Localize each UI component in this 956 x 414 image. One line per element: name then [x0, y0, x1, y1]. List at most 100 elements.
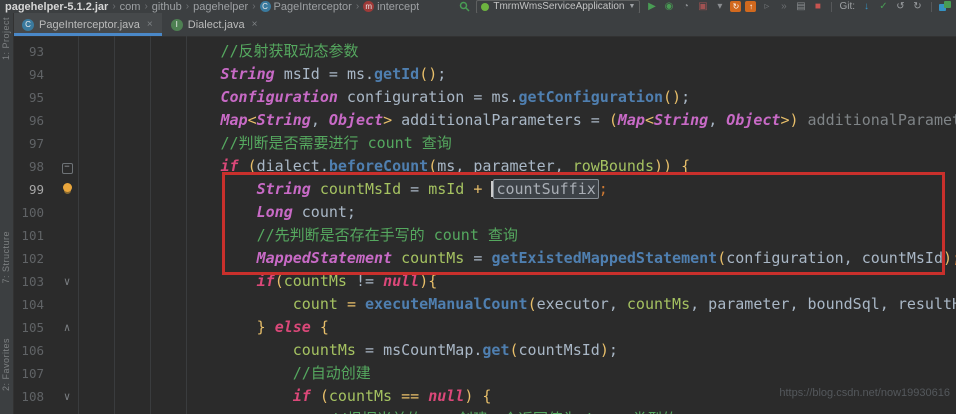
run-configuration-select[interactable]: TmrmWmsServiceApplication ▼ — [476, 0, 640, 14]
search-icon[interactable] — [458, 1, 471, 13]
lightbulb-icon[interactable] — [63, 183, 72, 192]
stripe-structure-button[interactable]: 7: Structure — [1, 231, 11, 284]
editor-tab-bar: CPageInterceptor.java×IDialect.java× — [13, 13, 956, 37]
close-tab-icon[interactable]: × — [147, 19, 153, 30]
code-line[interactable]: 99 String countMsId = msId + countSuffix… — [13, 178, 956, 201]
code-token: ; — [609, 341, 618, 359]
line-number[interactable]: 104 — [13, 293, 58, 316]
code-token: >) — [780, 111, 798, 129]
code-line[interactable]: 100 Long count; — [13, 201, 956, 224]
fold-marker-icon[interactable]: ∧ — [58, 316, 76, 339]
code-line[interactable]: 104 count = executeManualCount(executor,… — [13, 293, 956, 316]
run-configuration-name: TmrmWmsServiceApplication — [493, 1, 624, 12]
code-text: //判断是否需要进行 count 查询 — [76, 134, 452, 152]
stripe-favorites-button[interactable]: 2: Favorites — [1, 338, 11, 391]
line-number[interactable]: 95 — [13, 86, 58, 109]
line-number[interactable]: 98 — [13, 155, 58, 178]
tab-pageinterceptor-java[interactable]: CPageInterceptor.java× — [13, 13, 162, 36]
code-token: ms. — [491, 88, 518, 106]
code-token: < — [645, 111, 654, 129]
fold-marker-icon[interactable]: ∨ — [58, 385, 76, 408]
code-line[interactable]: 96 Map<String, Object> additionalParamet… — [13, 109, 956, 132]
skip-disabled-icon[interactable]: » — [777, 1, 790, 13]
code-text: if (dialect.beforeCount(ms, parameter, r… — [76, 157, 690, 175]
coverage-dropdown-icon[interactable]: ▾ — [713, 1, 726, 13]
line-number[interactable]: 100 — [13, 201, 58, 224]
line-number[interactable]: 108 — [13, 385, 58, 408]
code-token: Map — [618, 111, 645, 129]
line-number[interactable]: 97 — [13, 132, 58, 155]
breadcrumb-separator: › — [112, 1, 115, 12]
close-tab-icon[interactable]: × — [252, 19, 258, 30]
git-history-icon[interactable]: ↻ — [911, 1, 924, 13]
code-line[interactable]: 107 //自动创建 — [13, 362, 956, 385]
code-token: configuration — [338, 88, 473, 106]
code-token — [419, 387, 428, 405]
fold-marker-icon[interactable]: ∨ — [58, 270, 76, 293]
hotswap-update-icon[interactable]: ↻ — [730, 1, 741, 12]
intention-lightbulb-icon[interactable] — [58, 178, 76, 201]
line-number[interactable]: 106 — [13, 339, 58, 362]
git-revert-icon[interactable]: ↺ — [894, 1, 907, 13]
breadcrumb-item[interactable]: mintercept — [363, 1, 419, 13]
code-line[interactable]: 103∨ if(countMs != null){ — [13, 270, 956, 293]
code-text: Map<String, Object> additionalParameters… — [76, 111, 956, 129]
code-editor[interactable]: 93 //反射获取动态参数94 String msId = ms.getId()… — [13, 36, 956, 414]
git-update-icon[interactable]: ↓ — [860, 1, 873, 13]
line-number[interactable]: 102 — [13, 247, 58, 270]
code-token: MappedStatement — [257, 249, 392, 267]
line-number[interactable]: 96 — [13, 109, 58, 132]
line-number[interactable]: 94 — [13, 63, 58, 86]
breadcrumb-item[interactable]: pagehelper — [193, 1, 248, 13]
code-line[interactable]: 109 //根据当前的 ms 创建一个返回值为 Long 类型的 ms — [13, 408, 956, 414]
coverage-icon[interactable]: ▣ — [696, 1, 709, 13]
code-token — [338, 295, 347, 313]
code-text: String msId = ms.getId(); — [76, 65, 446, 83]
code-line[interactable]: 94 String msId = ms.getId(); — [13, 63, 956, 86]
breadcrumb-item[interactable]: CPageInterceptor — [260, 1, 352, 13]
class-icon: C — [22, 19, 34, 31]
code-token: () — [663, 88, 681, 106]
tab-dialect-java[interactable]: IDialect.java× — [162, 13, 267, 36]
code-token: < — [248, 111, 257, 129]
hotswap-restart-icon[interactable]: ↑ — [745, 1, 756, 12]
line-number[interactable]: 101 — [13, 224, 58, 247]
profiler-icon[interactable]: ◔ — [679, 1, 692, 13]
code-line[interactable]: 93 //反射获取动态参数 — [13, 40, 956, 63]
code-line[interactable]: 102 MappedStatement countMs = getExisted… — [13, 247, 956, 270]
line-number[interactable]: 109 — [13, 408, 58, 414]
code-token: count; — [293, 203, 356, 221]
stripe-project-button[interactable]: 1: Project — [1, 17, 11, 60]
fold-marker-icon[interactable]: − — [58, 155, 76, 178]
code-line[interactable]: 95 Configuration configuration = ms.getC… — [13, 86, 956, 109]
debug-icon[interactable]: ◉ — [662, 1, 675, 13]
run-icon[interactable]: ▶ — [645, 1, 658, 13]
stop-icon[interactable]: ■ — [811, 1, 824, 13]
code-with-me-icon[interactable] — [939, 1, 951, 12]
code-line[interactable]: 97 //判断是否需要进行 count 查询 — [13, 132, 956, 155]
code-text: countMs = msCountMap.get(countMsId); — [76, 341, 618, 359]
line-number[interactable]: 99 — [13, 178, 58, 201]
line-number[interactable]: 103 — [13, 270, 58, 293]
breadcrumb-separator: › — [186, 1, 189, 12]
code-token: getExistedMappedStatement — [491, 249, 717, 267]
code-line[interactable]: 98− if (dialect.beforeCount(ms, paramete… — [13, 155, 956, 178]
line-number[interactable]: 93 — [13, 40, 58, 63]
step-disabled-icon[interactable]: ▹ — [760, 1, 773, 13]
code-line[interactable]: 105∧ } else { — [13, 316, 956, 339]
tool-window-stripe: 1: Project 7: Structure 2: Favorites — [0, 13, 14, 414]
breadcrumb-item[interactable]: github — [152, 1, 182, 13]
attach-debugger-icon[interactable]: ▤ — [794, 1, 807, 13]
collapse-icon[interactable]: − — [62, 163, 73, 174]
code-token: if — [221, 157, 239, 175]
breadcrumb-item[interactable]: pagehelper-5.1.2.jar — [5, 1, 108, 13]
git-commit-icon[interactable]: ✓ — [877, 1, 890, 13]
code-line[interactable]: 106 countMs = msCountMap.get(countMsId); — [13, 339, 956, 362]
breadcrumb-separator: › — [252, 1, 255, 12]
breadcrumb-separator: › — [144, 1, 147, 12]
code-line[interactable]: 101 //先判断是否存在手写的 count 查询 — [13, 224, 956, 247]
breadcrumb-item[interactable]: com — [120, 1, 141, 13]
breadcrumb: pagehelper-5.1.2.jar›com›github›pagehelp… — [5, 1, 419, 13]
line-number[interactable]: 105 — [13, 316, 58, 339]
line-number[interactable]: 107 — [13, 362, 58, 385]
